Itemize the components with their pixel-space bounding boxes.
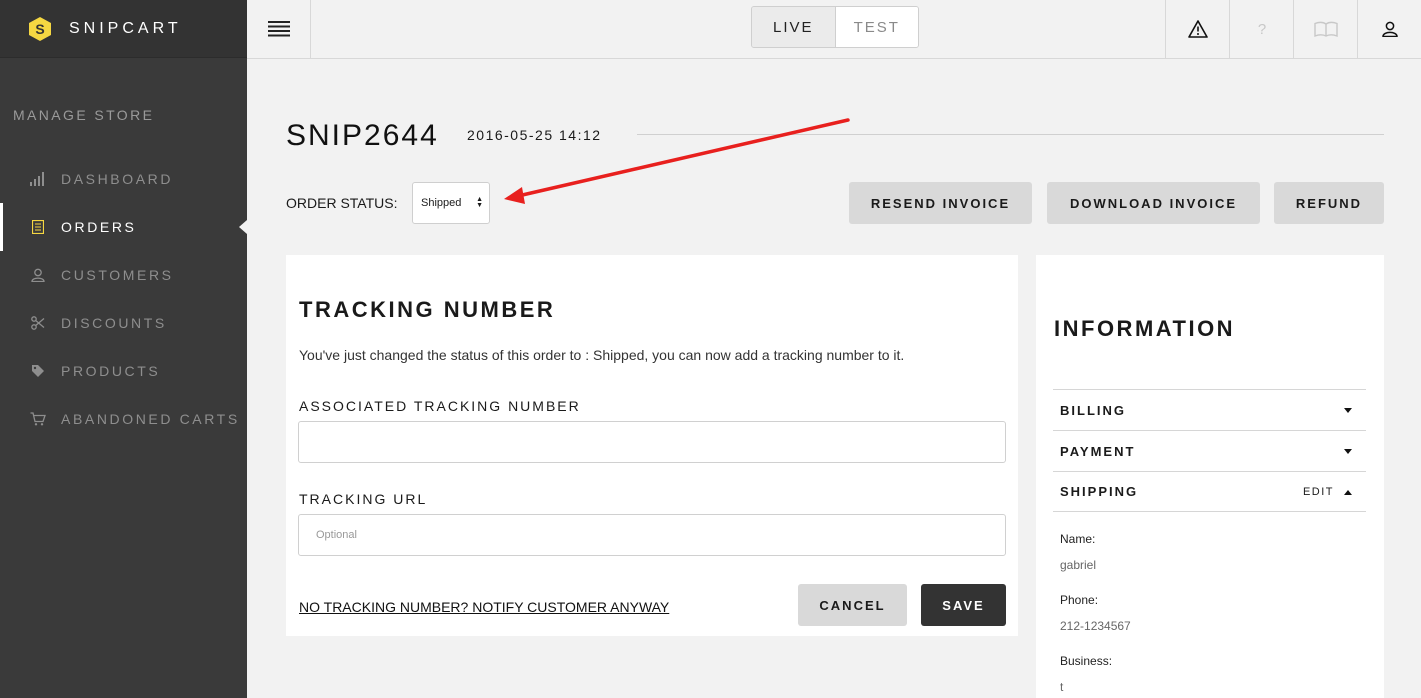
svg-text:S: S — [35, 21, 44, 37]
snipcart-logo-icon: S — [29, 16, 51, 41]
cart-icon — [29, 410, 47, 428]
information-title: INFORMATION — [1054, 316, 1236, 341]
shipping-phone-label: Phone: — [1060, 593, 1099, 607]
help-button[interactable]: ? — [1229, 0, 1293, 58]
payment-label: PAYMENT — [1060, 443, 1136, 459]
save-button[interactable]: SAVE — [921, 584, 1006, 626]
tracking-url-label: TRACKING URL — [299, 491, 428, 507]
sidebar: S SNIPCART MANAGE STORE DASHBOARD ORDERS… — [0, 0, 247, 698]
shipping-section-toggle[interactable]: SHIPPING EDIT — [1053, 471, 1366, 512]
brand[interactable]: S SNIPCART — [0, 0, 247, 58]
shipping-business-label: Business: — [1060, 654, 1113, 668]
order-status-select[interactable]: Shipped ▲ ▼ — [412, 182, 490, 224]
hamburger-icon — [267, 21, 290, 37]
main-content: SNIP2644 2016-05-25 14:12 ORDER STATUS: … — [247, 59, 1421, 698]
shipping-business-value: t — [1060, 680, 1064, 694]
book-icon — [1313, 21, 1338, 37]
order-status-label: ORDER STATUS: — [286, 195, 398, 211]
cancel-button[interactable]: CANCEL — [798, 584, 907, 626]
payment-section-toggle[interactable]: PAYMENT — [1053, 430, 1366, 471]
title-divider — [637, 134, 1384, 135]
order-date: 2016-05-25 14:12 — [467, 127, 602, 143]
tracking-card: TRACKING NUMBER You've just changed the … — [286, 255, 1018, 636]
receipt-icon — [29, 218, 47, 236]
refund-button[interactable]: REFUND — [1274, 182, 1384, 224]
tracking-message: You've just changed the status of this o… — [299, 347, 905, 363]
notify-customer-link[interactable]: NO TRACKING NUMBER? NOTIFY CUSTOMER ANYW… — [299, 599, 669, 615]
account-icon — [1381, 21, 1398, 37]
shipping-label: SHIPPING — [1060, 484, 1139, 499]
help-icon: ? — [1257, 21, 1265, 37]
order-id: SNIP2644 — [286, 119, 439, 152]
bar-chart-icon — [29, 170, 47, 188]
chevron-down-icon — [1344, 449, 1352, 454]
billing-section-toggle[interactable]: BILLING — [1053, 389, 1366, 430]
edit-shipping-link[interactable]: EDIT — [1303, 486, 1334, 498]
tracking-url-input[interactable]: Optional — [298, 514, 1006, 556]
information-card: INFORMATION BILLING PAYMENT SHIPPING EDI… — [1036, 255, 1384, 698]
warning-icon — [1187, 20, 1208, 38]
scissors-icon — [29, 314, 47, 332]
menu-toggle-button[interactable] — [247, 0, 311, 58]
tracking-title: TRACKING NUMBER — [299, 297, 556, 322]
live-mode-button[interactable]: LIVE — [752, 7, 835, 47]
shipping-name-value: gabriel — [1060, 558, 1097, 572]
download-invoice-button[interactable]: DOWNLOAD INVOICE — [1047, 182, 1260, 224]
manage-store-title: MANAGE STORE — [13, 107, 155, 123]
sidebar-item-customers[interactable]: CUSTOMERS — [0, 251, 247, 299]
shipping-name-label: Name: — [1060, 532, 1096, 546]
shipping-phone-value: 212-1234567 — [1060, 619, 1131, 633]
sidebar-item-label: DISCOUNTS — [61, 315, 167, 331]
test-mode-button[interactable]: TEST — [834, 7, 918, 47]
chevron-down-icon — [1344, 408, 1352, 413]
tracking-number-label: ASSOCIATED TRACKING NUMBER — [299, 398, 581, 414]
documentation-button[interactable] — [1293, 0, 1357, 58]
sidebar-item-label: DASHBOARD — [61, 171, 174, 187]
sidebar-item-label: ORDERS — [61, 219, 137, 235]
sidebar-item-discounts[interactable]: DISCOUNTS — [0, 299, 247, 347]
topbar: LIVE TEST ? — [247, 0, 1421, 59]
environment-toggle: LIVE TEST — [751, 6, 919, 48]
sidebar-item-dashboard[interactable]: DASHBOARD — [0, 155, 247, 203]
tracking-number-input[interactable] — [298, 421, 1006, 463]
sidebar-item-abandoned-carts[interactable]: ABANDONED CARTS — [0, 395, 247, 443]
alerts-button[interactable] — [1165, 0, 1229, 58]
tag-icon — [29, 362, 47, 380]
sidebar-nav: DASHBOARD ORDERS CUSTOMERS DISCOUNTS PRO… — [0, 155, 247, 443]
select-arrows-icon: ▲ ▼ — [476, 196, 483, 209]
sidebar-item-products[interactable]: PRODUCTS — [0, 347, 247, 395]
resend-invoice-button[interactable]: RESEND INVOICE — [849, 182, 1032, 224]
order-status-value: Shipped — [421, 197, 462, 209]
chevron-up-icon — [1344, 490, 1352, 495]
user-icon — [29, 266, 47, 284]
sidebar-item-label: CUSTOMERS — [61, 267, 174, 283]
sidebar-item-orders[interactable]: ORDERS — [0, 203, 247, 251]
sidebar-item-label: ABANDONED CARTS — [61, 411, 240, 427]
svg-text:?: ? — [1257, 21, 1265, 37]
topbar-icons: ? — [1165, 0, 1421, 58]
account-button[interactable] — [1357, 0, 1421, 58]
brand-name: SNIPCART — [69, 19, 182, 37]
billing-label: BILLING — [1060, 402, 1126, 418]
sidebar-item-label: PRODUCTS — [61, 363, 161, 379]
